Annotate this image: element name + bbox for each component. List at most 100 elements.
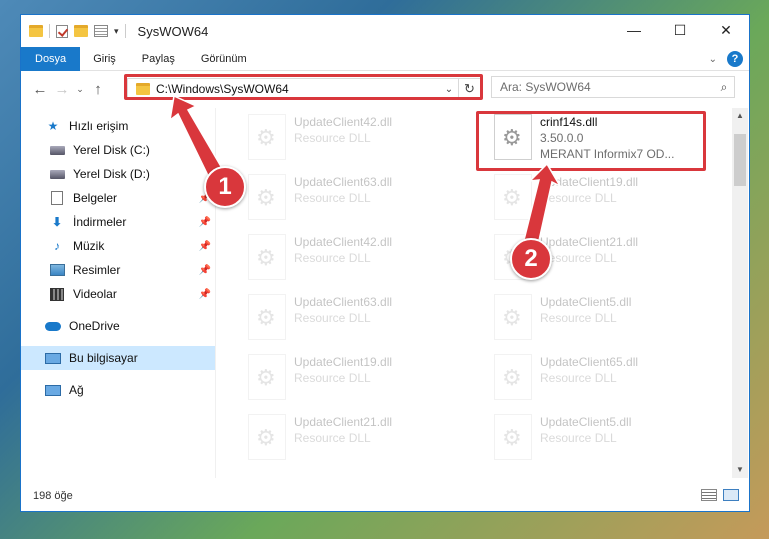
maximize-button[interactable]: ☐ [657,15,703,45]
dll-file-icon [248,174,286,220]
sidebar-item-label: Belgeler [73,191,118,205]
recent-locations-button[interactable]: ⌄ [73,84,87,95]
file-item[interactable]: UpdateClient42.dll Resource DLL [236,110,466,168]
address-bar-highlight [124,74,483,100]
tab-share[interactable]: Paylaş [129,47,188,71]
navigation-pane: ★ Hızlı erişim Yerel Disk (C:) Yerel Dis… [21,108,215,478]
documents-icon [51,191,63,205]
new-folder-icon[interactable] [74,25,88,37]
file-description: Resource DLL [294,311,371,325]
file-item[interactable]: UpdateClient65.dll Resource DLL [478,350,708,408]
pin-icon[interactable]: 📌 [199,265,211,276]
pin-icon[interactable]: 📌 [199,217,211,228]
help-icon[interactable]: ? [727,51,743,67]
file-description: Resource DLL [540,311,617,325]
tab-file[interactable]: Dosya [21,46,81,71]
file-item[interactable]: UpdateClient63.dll Resource DLL [236,290,466,348]
sidebar-item-label: Hızlı erişim [69,119,129,133]
file-item[interactable]: UpdateClient19.dll Resource DLL [236,350,466,408]
sidebar-item-documents[interactable]: Belgeler 📌 [21,186,215,210]
file-description: Resource DLL [540,371,617,385]
minimize-button[interactable]: — [611,15,657,45]
file-name: UpdateClient63.dll [294,295,393,309]
file-name: UpdateClient5.dll [540,415,632,429]
pin-icon[interactable]: 📌 [199,289,211,300]
forward-button[interactable]: → [51,81,73,98]
file-name: UpdateClient19.dll [540,175,639,189]
back-button[interactable]: ← [29,81,51,98]
file-item[interactable]: UpdateClient5.dll Resource DLL [478,410,708,468]
scroll-thumb[interactable] [734,134,746,186]
file-description: Resource DLL [294,191,371,205]
sidebar-item-label: Resimler [73,263,121,277]
file-name: UpdateClient21.dll [540,235,639,249]
dll-file-icon [248,354,286,400]
details-view-button[interactable] [701,489,717,501]
pc-icon [45,352,61,364]
sidebar-item-network[interactable]: Ağ [21,378,215,402]
sidebar-item-pictures[interactable]: Resimler 📌 [21,258,215,282]
sidebar-item-label: OneDrive [69,319,120,333]
close-button[interactable]: ✕ [703,15,749,45]
sidebar-item-music[interactable]: ♪ Müzik 📌 [21,234,215,258]
file-description: Resource DLL [294,371,371,385]
dll-file-icon [248,414,286,460]
file-description: Resource DLL [540,191,617,205]
file-description: Resource DLL [540,431,617,445]
vertical-scrollbar[interactable]: ▲ ▼ [732,108,748,478]
videos-icon [50,287,64,301]
sidebar-item-downloads[interactable]: ⬇ İndirmeler 📌 [21,210,215,234]
file-description: Resource DLL [294,131,371,145]
drive-icon [49,169,65,179]
up-button[interactable]: ↑ [87,81,109,98]
file-description: Resource DLL [294,251,371,265]
window-controls: — ☐ ✕ [611,15,749,45]
downloads-icon: ⬇ [51,215,63,229]
folder-icon [29,25,43,37]
scroll-down-arrow[interactable]: ▼ [732,462,748,478]
window-title: SysWOW64 [137,23,209,39]
quick-access-dropdown[interactable]: ▾ [114,26,119,37]
sidebar-item-label: Bu bilgisayar [69,351,138,365]
toolbar-divider [124,24,126,38]
sidebar-item-onedrive[interactable]: OneDrive [21,314,215,338]
sidebar-item-this-pc[interactable]: Bu bilgisayar [21,346,215,370]
file-name: UpdateClient21.dll [294,415,393,429]
file-name: UpdateClient5.dll [540,295,632,309]
search-input[interactable]: Ara: SysWOW64 [500,80,714,94]
file-item[interactable]: UpdateClient19.dll Resource DLL [478,170,708,228]
step-1-callout: 1 [204,166,246,208]
tab-view[interactable]: Görünüm [188,47,260,71]
toolbar-divider [49,24,50,38]
file-item[interactable]: UpdateClient5.dll Resource DLL [478,290,708,348]
sidebar-item-local-disk-d[interactable]: Yerel Disk (D:) [21,162,215,186]
dll-file-icon [248,234,286,280]
search-icon[interactable]: ⌕ [714,80,734,95]
file-item[interactable]: UpdateClient63.dll Resource DLL [236,170,466,228]
properties-check-icon[interactable] [56,24,68,38]
dll-file-icon [248,294,286,340]
expand-ribbon-icon[interactable]: ⌄ [709,54,717,65]
customize-toolbar-icon[interactable] [94,25,108,37]
pane-divider[interactable] [215,108,216,478]
pin-icon[interactable]: 📌 [199,241,211,252]
quick-access-toolbar: ▾ [21,24,126,38]
sidebar-item-label: Yerel Disk (D:) [73,167,150,181]
sidebar-item-quick-access[interactable]: ★ Hızlı erişim [21,114,215,138]
scroll-up-arrow[interactable]: ▲ [732,108,748,124]
file-name: UpdateClient65.dll [540,355,639,369]
drive-icon [49,145,65,155]
file-name: UpdateClient19.dll [294,355,393,369]
file-name: UpdateClient42.dll [294,115,393,129]
file-item[interactable]: UpdateClient21.dll Resource DLL [236,410,466,468]
sidebar-item-videos[interactable]: Videolar 📌 [21,282,215,306]
file-item[interactable]: UpdateClient42.dll Resource DLL [236,230,466,288]
search-box[interactable]: Ara: SysWOW64 ⌕ [491,76,735,98]
sidebar-item-label: Müzik [73,239,105,253]
large-icons-view-button[interactable] [723,489,739,501]
title-bar: ▾ SysWOW64 — ☐ ✕ [21,15,749,47]
music-icon: ♪ [54,239,60,253]
tab-home[interactable]: Giriş [80,47,129,71]
file-name: UpdateClient42.dll [294,235,393,249]
sidebar-item-local-disk-c[interactable]: Yerel Disk (C:) [21,138,215,162]
